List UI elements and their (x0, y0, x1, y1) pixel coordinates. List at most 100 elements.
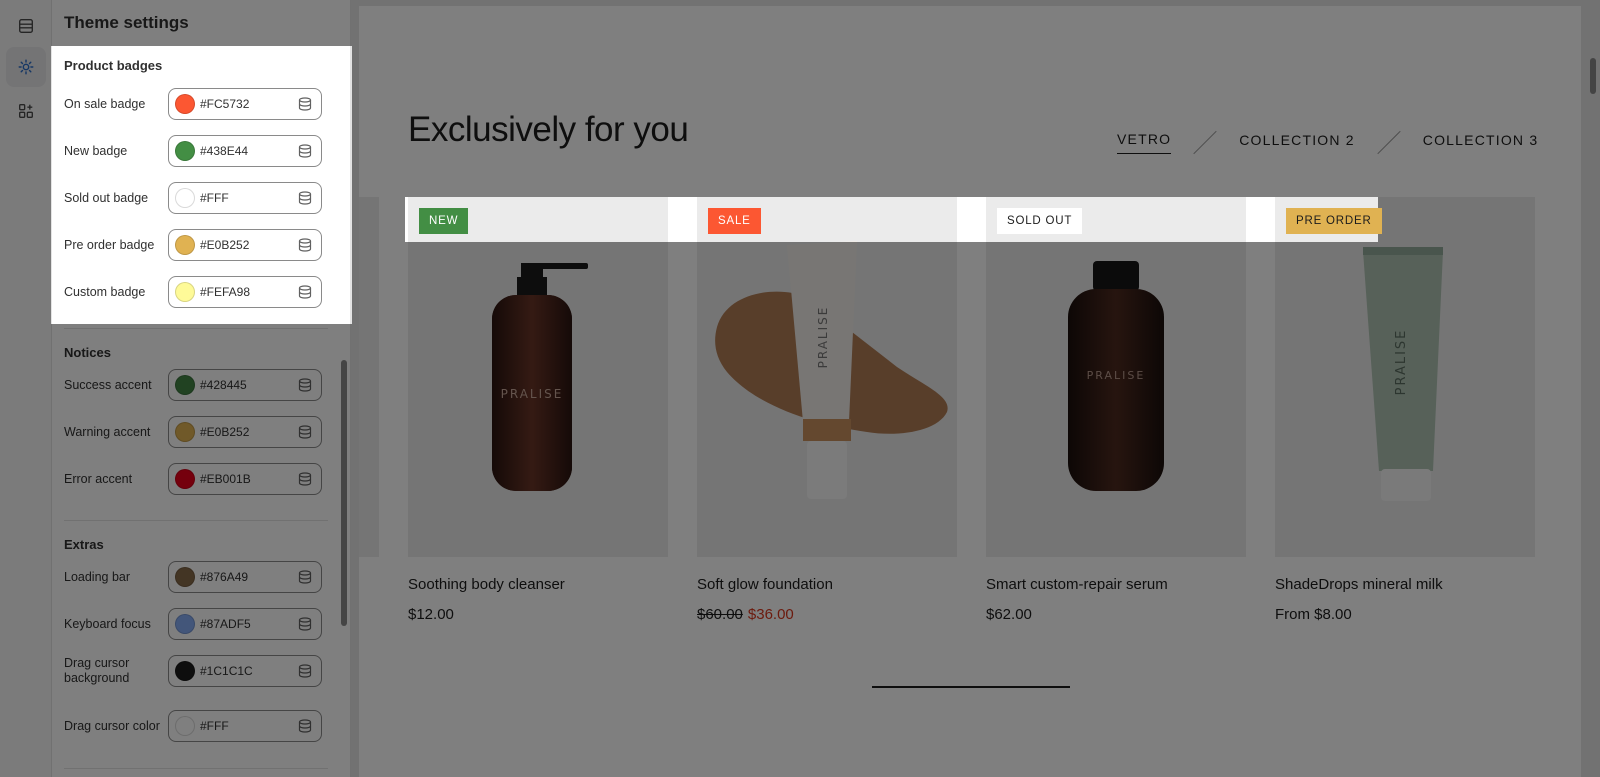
product-card[interactable]: SALE PRALISE Soft glow foundation $60.00… (697, 197, 957, 623)
color-swatch[interactable] (175, 235, 195, 255)
database-icon (298, 719, 312, 733)
preview-scrollbar[interactable] (1590, 58, 1596, 94)
svg-text:PRALISE: PRALISE (816, 306, 830, 369)
color-picker-field[interactable]: #EB001B (168, 463, 322, 495)
color-swatch[interactable] (175, 661, 195, 681)
hex-value[interactable]: #1C1C1C (200, 664, 297, 678)
product-badge: PRE ORDER (1286, 208, 1382, 234)
color-swatch[interactable] (175, 188, 195, 208)
database-icon (298, 97, 312, 111)
color-swatch[interactable] (175, 375, 195, 395)
product-name[interactable]: Soft glow foundation (697, 576, 957, 593)
product-card[interactable]: SOLD OUT PRALISE Smart custom-repair ser… (986, 197, 1246, 623)
color-setting-row: Drag cursor background #1C1C1C (64, 654, 328, 688)
hex-value[interactable]: #438E44 (200, 144, 297, 158)
color-picker-field[interactable]: #E0B252 (168, 416, 322, 448)
color-picker-field[interactable]: #FFF (168, 182, 322, 214)
product-price: $12.00 (408, 606, 668, 623)
apps-icon (19, 104, 33, 118)
sections-icon (19, 19, 33, 33)
section-title-product-badges: Product badges (64, 58, 163, 73)
color-setting-row: Sold out badge #FFF (64, 181, 328, 215)
tab-vetro[interactable]: VETRO (1117, 131, 1172, 154)
product-price: $60.00 $36.00 (697, 606, 957, 623)
database-icon (298, 378, 312, 392)
pump-bottle-image: PRALISE (492, 263, 588, 491)
color-picker-field[interactable]: #876A49 (168, 561, 322, 593)
apps-button[interactable] (6, 91, 46, 131)
price: From $8.00 (1275, 606, 1352, 623)
color-swatch[interactable] (175, 141, 195, 161)
carousel-progress-bar[interactable] (872, 686, 1070, 688)
color-setting-row: Error accent #EB001B (64, 462, 328, 496)
panel-scrollbar[interactable] (341, 360, 347, 626)
price: $62.00 (986, 606, 1032, 623)
hex-value[interactable]: #E0B252 (200, 238, 297, 252)
hex-value[interactable]: #87ADF5 (200, 617, 297, 631)
hex-value[interactable]: #E0B252 (200, 425, 297, 439)
hex-value[interactable]: #876A49 (200, 570, 297, 584)
svg-text:PRALISE: PRALISE (1087, 369, 1146, 382)
color-picker-field[interactable]: #438E44 (168, 135, 322, 167)
tab-collection-3[interactable]: COLLECTION 3 (1423, 132, 1539, 154)
color-picker-field[interactable]: #87ADF5 (168, 608, 322, 640)
color-swatch[interactable] (175, 422, 195, 442)
sections-button[interactable] (6, 6, 46, 46)
hex-value[interactable]: #FEFA98 (200, 285, 297, 299)
mineral-tube-image: PRALISE (1363, 247, 1443, 501)
setting-label: Keyboard focus (64, 616, 151, 631)
product-name[interactable]: ShadeDrops mineral milk (1275, 576, 1535, 593)
svg-text:PRALISE: PRALISE (501, 387, 564, 401)
hex-value[interactable]: #FFF (200, 719, 297, 733)
color-picker-field[interactable]: #FFF (168, 710, 322, 742)
color-setting-row: Loading bar #876A49 (64, 560, 328, 594)
setting-label: Sold out badge (64, 190, 149, 205)
tube-image: PRALISE (715, 241, 948, 499)
color-swatch[interactable] (175, 469, 195, 489)
product-image[interactable]: SALE PRALISE (697, 197, 957, 557)
product-name[interactable]: Soothing body cleanser (408, 576, 668, 593)
product-image[interactable]: PRE ORDER PRALISE (1275, 197, 1535, 557)
database-icon (298, 238, 312, 252)
color-swatch[interactable] (175, 567, 195, 587)
settings-panel: Theme settings Product badges On sale ba… (52, 0, 351, 777)
left-rail (0, 0, 52, 777)
setting-label: Success accent (64, 377, 152, 392)
color-picker-field[interactable]: #1C1C1C (168, 655, 322, 687)
divider (64, 520, 328, 521)
color-picker-field[interactable]: #E0B252 (168, 229, 322, 261)
color-swatch[interactable] (175, 282, 195, 302)
color-swatch[interactable] (175, 94, 195, 114)
price: $12.00 (408, 606, 454, 623)
database-icon (298, 617, 312, 631)
hex-value[interactable]: #FC5732 (200, 97, 297, 111)
color-picker-field[interactable]: #428445 (168, 369, 322, 401)
setting-label: New badge (64, 143, 128, 158)
color-setting-row: Custom badge #FEFA98 (64, 275, 328, 309)
compare-at-price: $60.00 (697, 606, 743, 623)
hex-value[interactable]: #EB001B (200, 472, 297, 486)
tab-collection-2[interactable]: COLLECTION 2 (1239, 132, 1355, 154)
color-picker-field[interactable]: #FEFA98 (168, 276, 322, 308)
product-name[interactable]: Smart custom-repair serum (986, 576, 1246, 593)
color-setting-row: On sale badge #FC5732 (64, 87, 328, 121)
database-icon (298, 472, 312, 486)
product-card[interactable]: NEW PRALISE Soothing body cleanser $12.0… (408, 197, 668, 623)
product-image[interactable]: SOLD OUT PRALISE (986, 197, 1246, 557)
theme-settings-button[interactable] (6, 47, 46, 87)
color-setting-row: Drag cursor color #FFF (64, 709, 328, 743)
collection-heading: Exclusively for you (408, 110, 689, 149)
color-swatch[interactable] (175, 716, 195, 736)
hex-value[interactable]: #428445 (200, 378, 297, 392)
hex-value[interactable]: #FFF (200, 191, 297, 205)
color-picker-field[interactable]: #FC5732 (168, 88, 322, 120)
product-price: From $8.00 (1275, 606, 1535, 623)
color-swatch[interactable] (175, 614, 195, 634)
database-icon (298, 664, 312, 678)
color-setting-row: Keyboard focus #87ADF5 (64, 607, 328, 641)
database-icon (298, 144, 312, 158)
product-image[interactable]: NEW PRALISE (408, 197, 668, 557)
product-card[interactable]: PRE ORDER PRALISE ShadeDrops mineral mil… (1275, 197, 1535, 623)
sale-price: $36.00 (747, 606, 794, 623)
product-badge: SALE (708, 208, 761, 234)
